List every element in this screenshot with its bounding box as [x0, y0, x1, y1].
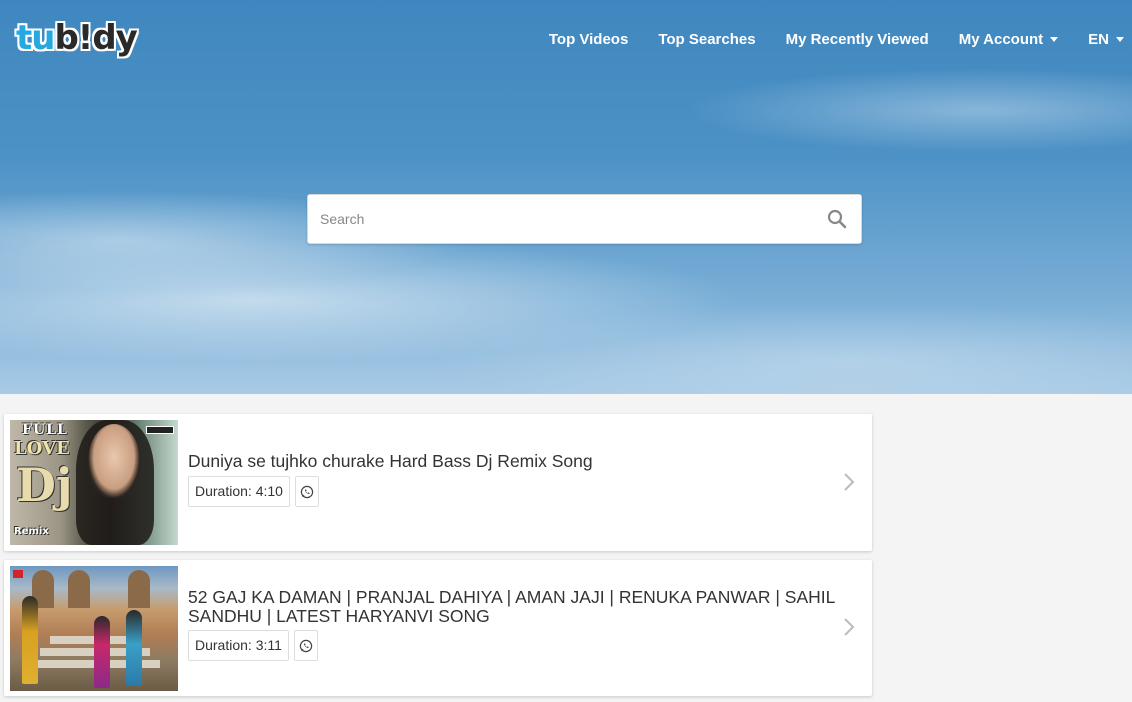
thumbnail-text-dj: Dj	[16, 458, 73, 512]
whatsapp-share-button[interactable]	[294, 476, 319, 507]
chevron-right-icon[interactable]	[842, 617, 856, 637]
nav-top-videos[interactable]: Top Videos	[549, 31, 628, 48]
thumbnail-arch	[68, 570, 90, 608]
video-title[interactable]: Duniya se tujhko churake Hard Bass Dj Re…	[188, 452, 848, 471]
logo-part-1: tu	[16, 18, 55, 58]
nav-language-label: EN	[1088, 30, 1109, 48]
search-icon[interactable]	[827, 209, 847, 229]
caret-down-icon	[1116, 37, 1124, 43]
thumbnail-arch	[128, 570, 150, 608]
nav-recently-viewed[interactable]: My Recently Viewed	[786, 31, 929, 48]
nav-language[interactable]: EN	[1088, 31, 1124, 48]
duration-badge: Duration: 4:10	[188, 476, 290, 507]
thumbnail-text-love: LOVE	[14, 438, 70, 459]
tubidy-logo[interactable]: tub!dy	[16, 16, 138, 60]
search-input[interactable]	[308, 195, 808, 243]
result-card[interactable]: FULL LOVE Dj Remix Duniya se tujhko chur…	[4, 414, 872, 551]
logo-part-2: b!dy	[54, 18, 137, 58]
duration-badge: Duration: 3:11	[188, 630, 289, 661]
result-card[interactable]: 52 GAJ KA DAMAN | PRANJAL DAHIYA | AMAN …	[4, 560, 872, 696]
top-nav: Top Videos Top Searches My Recently View…	[549, 29, 1132, 49]
thumbnail-text-remix: Remix	[14, 526, 49, 537]
search-box	[307, 194, 862, 244]
nav-top-searches[interactable]: Top Searches	[658, 31, 755, 48]
thumbnail-badge	[13, 570, 23, 578]
thumbnail-person	[22, 596, 38, 684]
video-meta: Duration: 4:10	[188, 476, 319, 507]
nav-my-account[interactable]: My Account	[958, 30, 1059, 48]
video-meta: Duration: 3:11	[188, 630, 318, 661]
whatsapp-icon	[299, 639, 313, 652]
whatsapp-share-button[interactable]	[293, 630, 318, 661]
thumbnail-person	[94, 616, 110, 688]
hero-banner: tub!dy Top Videos Top Searches My Recent…	[0, 0, 1132, 394]
thumbnail-person	[126, 610, 142, 686]
thumbnail-badge	[146, 426, 174, 434]
video-thumbnail[interactable]	[10, 566, 178, 691]
whatsapp-icon	[300, 485, 314, 498]
thumbnail-face	[88, 424, 140, 498]
chevron-right-icon[interactable]	[842, 472, 856, 492]
caret-down-icon	[1050, 37, 1059, 43]
video-title[interactable]: 52 GAJ KA DAMAN | PRANJAL DAHIYA | AMAN …	[188, 588, 848, 626]
thumbnail-text-full: FULL	[22, 422, 68, 438]
nav-my-account-label: My Account	[958, 30, 1044, 48]
video-thumbnail[interactable]: FULL LOVE Dj Remix	[10, 420, 178, 545]
